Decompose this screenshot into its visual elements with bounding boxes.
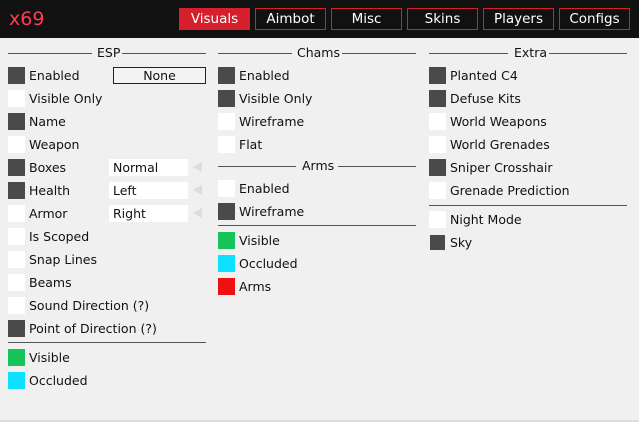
extra-defuse-kits-checkbox[interactable] [429, 90, 446, 107]
esp-is-scoped-checkbox[interactable] [8, 228, 25, 245]
extra-grenade-prediction-label: Grenade Prediction [450, 183, 570, 198]
esp-enabled-label: Enabled [29, 68, 80, 83]
esp-visible-only-label: Visible Only [29, 91, 103, 106]
esp-point-of-direction-label: Point of Direction (?) [29, 321, 157, 336]
esp-name-label: Name [29, 114, 66, 129]
esp-armor-select[interactable]: Right [109, 205, 188, 222]
esp-armor-label: Armor [29, 206, 68, 221]
esp-boxes-arrow-icon[interactable] [193, 162, 202, 172]
extra-defuse-kits-label: Defuse Kits [450, 91, 521, 106]
header-bar: x69 Visuals Aimbot Misc Skins Players Co… [0, 0, 639, 38]
arms-visible-color-swatch[interactable] [218, 232, 235, 249]
extra-divider [429, 205, 627, 206]
esp-snap-lines-checkbox[interactable] [8, 251, 25, 268]
esp-sound-direction-checkbox[interactable] [8, 297, 25, 314]
arms-section-title: Arms [218, 159, 416, 173]
arms-enabled-label: Enabled [239, 181, 290, 196]
extra-sniper-crosshair-checkbox[interactable] [429, 159, 446, 176]
esp-health-select[interactable]: Left [109, 182, 188, 199]
extra-night-mode-label: Night Mode [450, 212, 522, 227]
tab-misc[interactable]: Misc [331, 8, 402, 30]
esp-health-checkbox[interactable] [8, 182, 25, 199]
esp-boxes-select[interactable]: Normal [109, 159, 188, 176]
extra-night-mode-checkbox[interactable] [429, 211, 446, 228]
tab-bar: Visuals Aimbot Misc Skins Players Config… [0, 8, 639, 32]
extra-world-weapons-label: World Weapons [450, 114, 547, 129]
arms-divider [218, 225, 416, 226]
chams-flat-checkbox[interactable] [218, 136, 235, 153]
extra-section-title: Extra [429, 46, 627, 60]
chams-enabled-checkbox[interactable] [218, 67, 235, 84]
esp-occluded-color-swatch[interactable] [8, 372, 25, 389]
esp-name-checkbox[interactable] [8, 113, 25, 130]
esp-visible-only-checkbox[interactable] [8, 90, 25, 107]
extra-world-weapons-checkbox[interactable] [429, 113, 446, 130]
esp-point-of-direction-checkbox[interactable] [8, 320, 25, 337]
chams-visible-only-checkbox[interactable] [218, 90, 235, 107]
app-window: x69 Visuals Aimbot Misc Skins Players Co… [0, 0, 639, 422]
arms-visible-color-label: Visible [239, 233, 280, 248]
chams-visible-only-label: Visible Only [239, 91, 313, 106]
extra-world-grenades-checkbox[interactable] [429, 136, 446, 153]
esp-armor-checkbox[interactable] [8, 205, 25, 222]
chams-enabled-label: Enabled [239, 68, 290, 83]
esp-weapon-checkbox[interactable] [8, 136, 25, 153]
arms-arms-color-label: Arms [239, 279, 272, 294]
chams-wireframe-checkbox[interactable] [218, 113, 235, 130]
arms-wireframe-checkbox[interactable] [218, 203, 235, 220]
arms-enabled-checkbox[interactable] [218, 180, 235, 197]
esp-occluded-color-label: Occluded [29, 373, 88, 388]
esp-health-arrow-icon[interactable] [193, 185, 202, 195]
esp-boxes-label: Boxes [29, 160, 67, 175]
arms-arms-color-swatch[interactable] [218, 278, 235, 295]
extra-planted-c4-label: Planted C4 [450, 68, 518, 83]
esp-beams-label: Beams [29, 275, 72, 290]
esp-divider [8, 342, 206, 343]
esp-is-scoped-label: Is Scoped [29, 229, 90, 244]
extra-grenade-prediction-checkbox[interactable] [429, 182, 446, 199]
extra-sky-label: Sky [450, 235, 473, 250]
esp-snap-lines-label: Snap Lines [29, 252, 97, 267]
esp-boxes-checkbox[interactable] [8, 159, 25, 176]
esp-section-title: ESP [8, 46, 206, 60]
esp-enabled-checkbox[interactable] [8, 67, 25, 84]
esp-weapon-label: Weapon [29, 137, 80, 152]
tab-visuals[interactable]: Visuals [179, 8, 250, 30]
esp-sound-direction-label: Sound Direction (?) [29, 298, 150, 313]
esp-armor-arrow-icon[interactable] [193, 208, 202, 218]
tab-configs[interactable]: Configs [559, 8, 630, 30]
tab-players[interactable]: Players [483, 8, 554, 30]
chams-wireframe-label: Wireframe [239, 114, 305, 129]
extra-planted-c4-checkbox[interactable] [429, 67, 446, 84]
arms-occluded-color-swatch[interactable] [218, 255, 235, 272]
esp-none-button[interactable]: None [113, 67, 206, 84]
chams-section-title: Chams [218, 46, 416, 60]
chams-flat-label: Flat [239, 137, 263, 152]
esp-visible-color-label: Visible [29, 350, 70, 365]
arms-occluded-color-label: Occluded [239, 256, 298, 271]
tab-aimbot[interactable]: Aimbot [255, 8, 326, 30]
esp-visible-color-swatch[interactable] [8, 349, 25, 366]
esp-health-label: Health [29, 183, 71, 198]
tab-skins[interactable]: Skins [407, 8, 478, 30]
extra-sky-checkbox[interactable] [430, 235, 445, 250]
esp-beams-checkbox[interactable] [8, 274, 25, 291]
arms-wireframe-label: Wireframe [239, 204, 305, 219]
extra-sniper-crosshair-label: Sniper Crosshair [450, 160, 553, 175]
extra-world-grenades-label: World Grenades [450, 137, 550, 152]
